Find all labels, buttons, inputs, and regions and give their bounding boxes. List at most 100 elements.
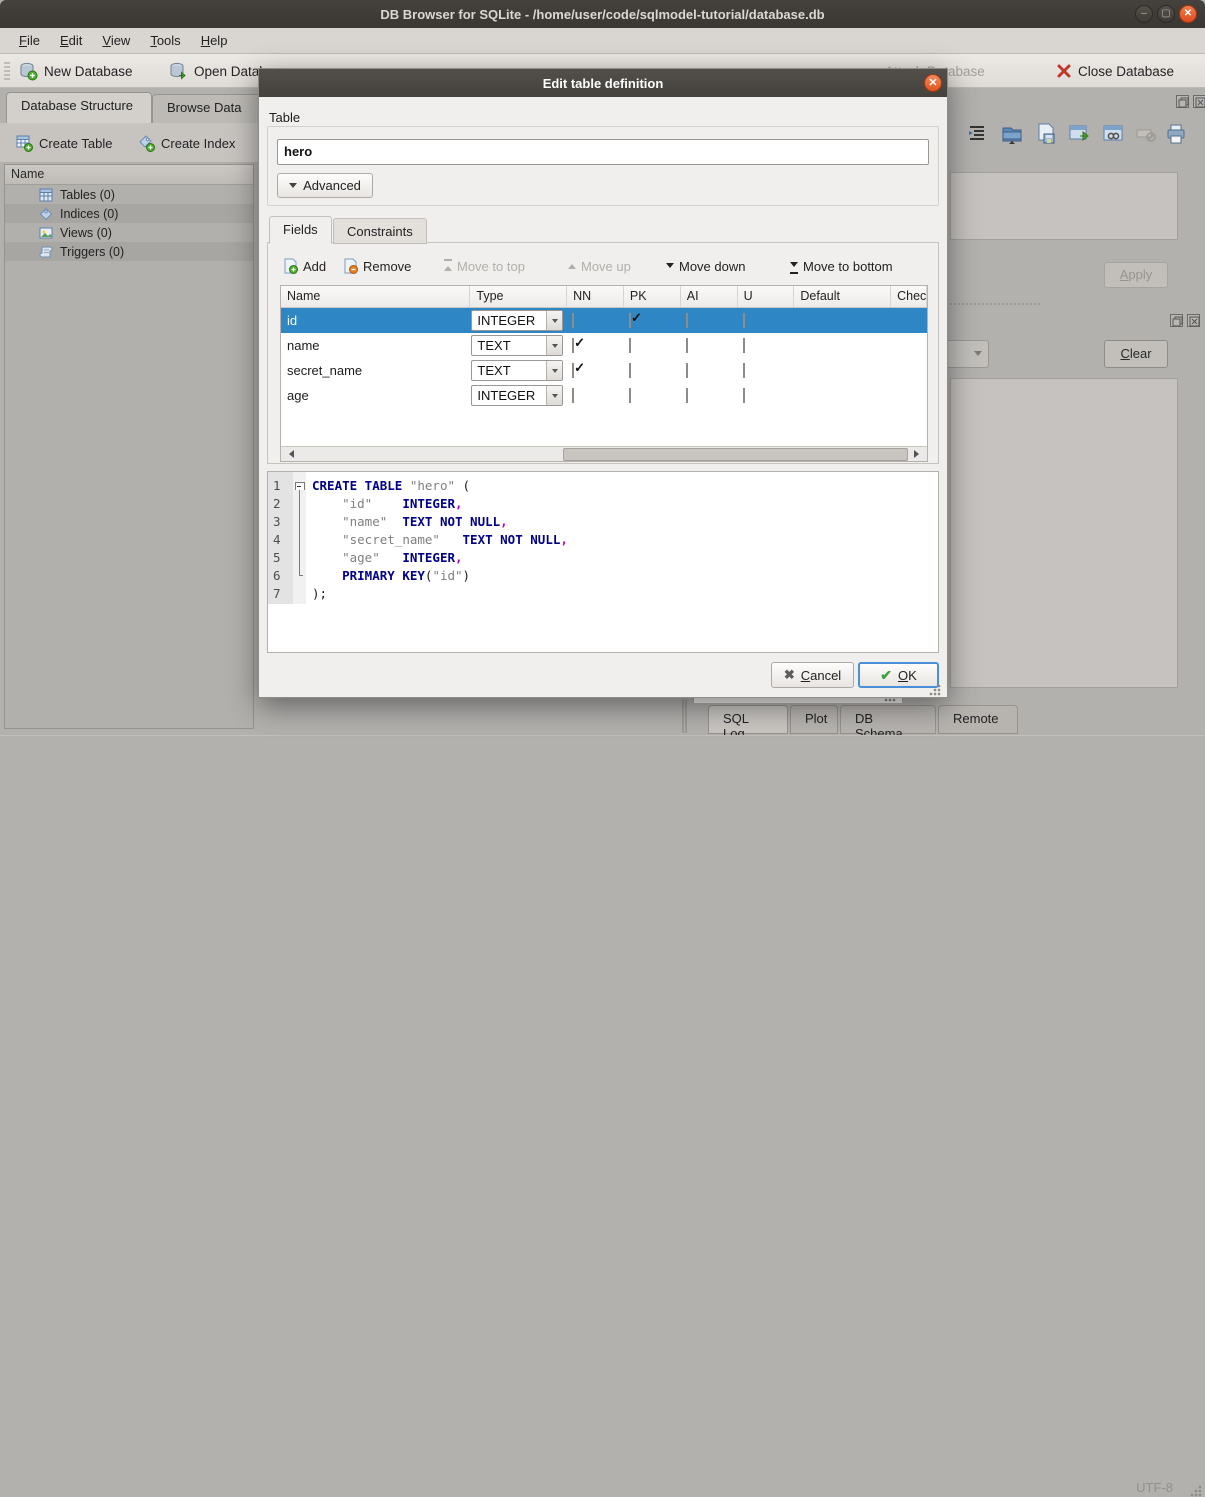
move-to-top-button[interactable]: Move to top bbox=[444, 255, 525, 277]
link-cell-icon[interactable] bbox=[1102, 122, 1126, 146]
maximize-button[interactable]: ▢ bbox=[1157, 5, 1175, 23]
combo-arrow-icon[interactable] bbox=[546, 336, 562, 355]
dialog-close-button[interactable]: ✕ bbox=[924, 74, 942, 92]
horizontal-scrollbar[interactable] bbox=[281, 446, 927, 461]
tab-fields[interactable]: Fields bbox=[269, 216, 332, 244]
move-to-bottom-button[interactable]: Move to bottom bbox=[790, 255, 893, 277]
checkbox-u[interactable] bbox=[743, 313, 745, 328]
combo-arrow-icon[interactable] bbox=[546, 311, 562, 330]
window-size-grip[interactable] bbox=[1190, 1485, 1202, 1497]
advanced-button[interactable]: Advanced bbox=[277, 173, 373, 198]
move-up-button[interactable]: Move up bbox=[568, 255, 631, 277]
tab-plot[interactable]: Plot bbox=[790, 705, 838, 734]
column-header-pk[interactable]: PK bbox=[624, 286, 681, 307]
type-combo[interactable]: INTEGER bbox=[471, 385, 563, 406]
dock-float-icon[interactable] bbox=[1170, 314, 1183, 327]
close-button[interactable]: ✕ bbox=[1179, 5, 1197, 23]
checkbox-ai[interactable] bbox=[686, 313, 688, 328]
cancel-button[interactable]: ✖ Cancel bbox=[771, 662, 854, 688]
column-header-u[interactable]: U bbox=[738, 286, 795, 307]
apply-button[interactable]: Apply bbox=[1104, 262, 1168, 288]
tree-item-triggers[interactable]: Triggers (0) bbox=[5, 242, 253, 261]
column-header-default[interactable]: Default bbox=[794, 286, 891, 307]
column-header-check[interactable]: Check bbox=[891, 286, 927, 307]
clear-button[interactable]: Clear bbox=[1104, 340, 1168, 368]
tab-remote[interactable]: Remote bbox=[938, 705, 1018, 734]
type-combo[interactable]: TEXT bbox=[471, 335, 563, 356]
create-index-button[interactable]: Create Index bbox=[138, 131, 235, 155]
dock-separator bbox=[950, 303, 1040, 305]
minimize-button[interactable]: – bbox=[1135, 5, 1153, 23]
close-database-button[interactable]: Close Database bbox=[1056, 58, 1174, 84]
indices-icon bbox=[39, 207, 53, 221]
create-table-button[interactable]: Create Table bbox=[16, 131, 112, 155]
scrollbar-thumb[interactable] bbox=[563, 448, 908, 461]
dialog-size-grip[interactable] bbox=[929, 684, 941, 696]
mode-switch-icon[interactable] bbox=[966, 122, 990, 146]
menu-tools[interactable]: Tools bbox=[141, 30, 189, 51]
tab-db-schema[interactable]: DB Schema bbox=[840, 705, 936, 734]
checkbox-nn[interactable] bbox=[572, 388, 574, 403]
combo-arrow-icon[interactable] bbox=[546, 386, 562, 405]
checkbox-ai[interactable] bbox=[686, 338, 688, 353]
column-header-nn[interactable]: NN bbox=[567, 286, 624, 307]
menu-file[interactable]: File bbox=[10, 30, 49, 51]
menu-edit[interactable]: Edit bbox=[51, 30, 91, 51]
tree-item-tables[interactable]: Tables (0) bbox=[5, 185, 253, 204]
checkbox-pk[interactable] bbox=[629, 363, 631, 378]
combo-arrow-icon[interactable] bbox=[546, 361, 562, 380]
checkbox-u[interactable] bbox=[743, 363, 745, 378]
type-combo[interactable]: TEXT bbox=[471, 360, 563, 381]
column-header-name[interactable]: Name bbox=[281, 286, 470, 307]
print-icon[interactable] bbox=[1164, 122, 1188, 146]
scroll-left-icon[interactable] bbox=[285, 450, 294, 458]
tab-constraints[interactable]: Constraints bbox=[333, 218, 427, 244]
checkbox-nn[interactable] bbox=[572, 338, 574, 353]
move-down-button[interactable]: Move down bbox=[666, 255, 745, 277]
type-combo[interactable]: INTEGER bbox=[471, 310, 563, 331]
field-row-secret-name[interactable]: secret_name TEXT bbox=[281, 358, 927, 383]
tree-item-indices[interactable]: Indices (0) bbox=[5, 204, 253, 223]
tab-sql-log[interactable]: SQL Log bbox=[708, 705, 788, 734]
import-cell-icon[interactable] bbox=[1000, 122, 1024, 146]
edit-cell-textarea[interactable] bbox=[950, 172, 1178, 240]
checkbox-pk[interactable] bbox=[629, 388, 631, 403]
checkbox-ai[interactable] bbox=[686, 363, 688, 378]
set-null-icon[interactable] bbox=[1134, 122, 1158, 146]
add-field-button[interactable]: Add bbox=[282, 255, 326, 277]
toolbar-drag-handle[interactable] bbox=[4, 62, 10, 80]
menu-help[interactable]: Help bbox=[192, 30, 237, 51]
tab-browse-data[interactable]: Browse Data bbox=[152, 94, 268, 123]
checkbox-pk[interactable] bbox=[629, 338, 631, 353]
dock-close-icon[interactable] bbox=[1193, 95, 1205, 108]
ok-button[interactable]: ✔ OK bbox=[858, 662, 939, 688]
table-name-input[interactable]: hero bbox=[277, 139, 929, 165]
move-up-icon bbox=[568, 260, 576, 269]
menu-view[interactable]: View bbox=[93, 30, 139, 51]
new-database-button[interactable]: New Database bbox=[18, 58, 133, 84]
field-row-id[interactable]: id INTEGER bbox=[281, 308, 927, 333]
checkbox-nn[interactable] bbox=[572, 313, 574, 328]
tree-header-name[interactable]: Name bbox=[5, 165, 253, 185]
export-cell-icon[interactable] bbox=[1034, 122, 1058, 146]
column-header-type[interactable]: Type bbox=[470, 286, 567, 307]
scroll-right-icon[interactable] bbox=[914, 450, 923, 458]
column-header-ai[interactable]: AI bbox=[681, 286, 738, 307]
checkbox-pk[interactable] bbox=[629, 313, 631, 328]
remove-field-button[interactable]: Remove bbox=[342, 255, 411, 277]
checkbox-nn[interactable] bbox=[572, 363, 574, 378]
sql-log-textarea[interactable] bbox=[950, 378, 1178, 688]
dock-close-icon[interactable] bbox=[1187, 314, 1200, 327]
field-row-name[interactable]: name TEXT bbox=[281, 333, 927, 358]
dock-splitter[interactable] bbox=[682, 700, 687, 733]
field-row-age[interactable]: age INTEGER bbox=[281, 383, 927, 408]
tree-item-views[interactable]: Views (0) bbox=[5, 223, 253, 242]
dock-float-icon[interactable] bbox=[1176, 95, 1189, 108]
sql-preview-editor[interactable]: 1CREATE TABLE "hero" (2 "id" INTEGER,3 "… bbox=[267, 471, 939, 653]
checkbox-u[interactable] bbox=[743, 388, 745, 403]
checkbox-u[interactable] bbox=[743, 338, 745, 353]
checkbox-ai[interactable] bbox=[686, 388, 688, 403]
tab-database-structure[interactable]: Database Structure bbox=[6, 92, 152, 123]
table-label: Table bbox=[269, 110, 300, 125]
apply-cell-icon[interactable] bbox=[1068, 122, 1092, 146]
